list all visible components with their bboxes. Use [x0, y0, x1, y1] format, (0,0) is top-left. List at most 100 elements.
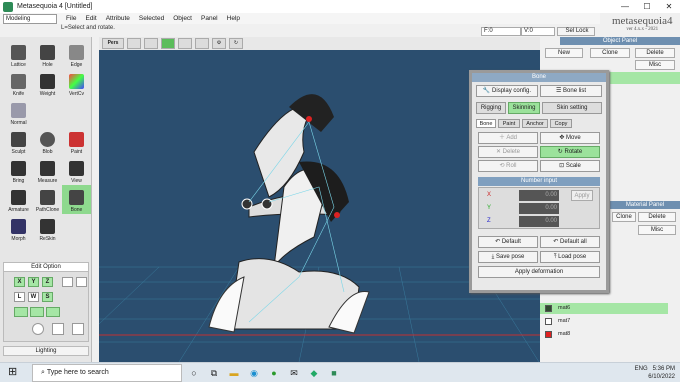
- chrome-icon[interactable]: ●: [266, 365, 282, 381]
- space-world-toggle[interactable]: W: [28, 292, 39, 302]
- lighting-panel-header[interactable]: Lighting: [3, 346, 89, 356]
- material-clone-button[interactable]: Clone: [612, 212, 636, 222]
- grid-icon[interactable]: [52, 323, 64, 335]
- apply-deformation-button[interactable]: Apply deformation: [478, 266, 600, 278]
- menu-file[interactable]: File: [66, 15, 76, 22]
- mirror-icon[interactable]: [72, 323, 84, 335]
- menu-selected[interactable]: Selected: [139, 15, 164, 22]
- display-config-button[interactable]: 🔧 Display config.: [476, 85, 538, 97]
- windows-start-icon[interactable]: ⊞: [8, 365, 17, 378]
- tool-normal[interactable]: Normal: [4, 98, 33, 127]
- rotate-button[interactable]: ↻ Rotate: [540, 146, 600, 158]
- menu-edit[interactable]: Edit: [85, 15, 96, 22]
- space-local-toggle[interactable]: L: [14, 292, 25, 302]
- sel-lock-button[interactable]: Sel Lock: [557, 27, 595, 36]
- material-item[interactable]: mat7: [540, 316, 668, 327]
- delete-bone-button[interactable]: ✕ Delete: [478, 146, 538, 158]
- scale-button[interactable]: ⊡ Scale: [540, 160, 600, 172]
- rigging-tab[interactable]: Rigging: [476, 102, 506, 114]
- bone-list-button[interactable]: ☰ Bone list: [540, 85, 602, 97]
- tool-blob[interactable]: Blob: [33, 127, 62, 156]
- axis-x-toggle[interactable]: X: [14, 277, 25, 287]
- tab-bone[interactable]: Bone: [476, 119, 496, 128]
- menu-object[interactable]: Object: [173, 15, 192, 22]
- close-button[interactable]: ✕: [658, 0, 680, 13]
- store-icon[interactable]: ◆: [306, 365, 322, 381]
- clock-time[interactable]: 5:36 PM: [653, 366, 675, 372]
- tool-pathclone[interactable]: PathClone: [33, 185, 62, 214]
- default-all-button[interactable]: ↶ Default all: [540, 236, 600, 248]
- move-button[interactable]: ✥ Move: [540, 132, 600, 144]
- default-button[interactable]: ↶ Default: [478, 236, 538, 248]
- add-bone-button[interactable]: ＋ Add: [478, 132, 538, 144]
- symmetry-icon[interactable]: [32, 323, 44, 335]
- option-toggle-1[interactable]: [62, 277, 73, 287]
- save-pose-button[interactable]: ⤓ Save pose: [478, 251, 538, 263]
- tool-weight[interactable]: Weight: [33, 69, 62, 98]
- task-view-icon[interactable]: ⧉: [206, 365, 222, 381]
- tab-copy[interactable]: Copy: [550, 119, 572, 128]
- metasequoia-taskbar-icon[interactable]: ■: [326, 365, 342, 381]
- tool-vertcv[interactable]: VertCv: [62, 69, 91, 98]
- view-icon-2[interactable]: [144, 38, 158, 49]
- gear-icon[interactable]: ⚙: [212, 38, 226, 49]
- axis-z-toggle[interactable]: Z: [42, 277, 53, 287]
- file-explorer-icon[interactable]: ▬: [226, 365, 242, 381]
- view-solid-icon[interactable]: [161, 38, 175, 49]
- view-icon-4[interactable]: [195, 38, 209, 49]
- skin-setting-tab[interactable]: Skin setting: [542, 102, 602, 114]
- tool-hole[interactable]: Hole: [33, 40, 62, 69]
- object-misc-button[interactable]: Misc: [635, 60, 675, 70]
- line-toggle[interactable]: [30, 307, 44, 317]
- tool-bone[interactable]: Bone: [62, 185, 91, 214]
- material-delete-button[interactable]: Delete: [638, 212, 676, 222]
- cortana-icon[interactable]: ○: [186, 365, 202, 381]
- snap-toggle[interactable]: [14, 307, 28, 317]
- roll-button[interactable]: ⟲ Roll: [478, 160, 538, 172]
- axis-y-toggle[interactable]: Y: [28, 277, 39, 287]
- tab-anchor[interactable]: Anchor: [522, 119, 548, 128]
- object-delete-button[interactable]: Delete: [635, 48, 675, 58]
- language-indicator[interactable]: ENG: [635, 366, 648, 372]
- apply-button[interactable]: Apply: [571, 190, 593, 201]
- skinning-tab[interactable]: Skinning: [508, 102, 540, 114]
- taskbar-search-box[interactable]: ⌕ Type here to search: [32, 363, 182, 382]
- object-list-selected-row[interactable]: [610, 72, 680, 84]
- mode-dropdown[interactable]: Modeling: [3, 13, 57, 24]
- z-value-input[interactable]: 0.00: [519, 216, 559, 227]
- tool-sculpt[interactable]: Sculpt: [4, 127, 33, 156]
- tool-armature[interactable]: Armature: [4, 185, 33, 214]
- option-toggle-2[interactable]: [76, 277, 87, 287]
- tool-lattice[interactable]: Lattice: [4, 40, 33, 69]
- x-value-input[interactable]: 0.00: [519, 190, 559, 201]
- space-screen-toggle[interactable]: S: [42, 292, 53, 302]
- tool-reskin[interactable]: ReSkin: [33, 214, 62, 243]
- projection-toggle[interactable]: Pers: [102, 38, 124, 49]
- material-item[interactable]: mat6: [540, 303, 668, 314]
- menu-attribute[interactable]: Attribute: [106, 15, 130, 22]
- y-value-input[interactable]: 0.00: [519, 203, 559, 214]
- tool-view[interactable]: View: [62, 156, 91, 185]
- material-item[interactable]: mat8: [540, 329, 668, 340]
- tool-bring[interactable]: Bring: [4, 156, 33, 185]
- view-icon-3[interactable]: [178, 38, 192, 49]
- refresh-icon[interactable]: ↻: [229, 38, 243, 49]
- tool-knife[interactable]: Knife: [4, 69, 33, 98]
- tab-paint[interactable]: Paint: [498, 119, 520, 128]
- object-clone-button[interactable]: Clone: [590, 48, 630, 58]
- clock-date[interactable]: 6/10/2022: [648, 374, 675, 380]
- tool-measure[interactable]: Measure: [33, 156, 62, 185]
- tool-morph[interactable]: Morph: [4, 214, 33, 243]
- material-misc-button[interactable]: Misc: [638, 225, 676, 235]
- mail-icon[interactable]: ✉: [286, 365, 302, 381]
- edge-icon[interactable]: ◉: [246, 365, 262, 381]
- plane-toggle[interactable]: [46, 307, 60, 317]
- load-pose-button[interactable]: ⤒ Load pose: [540, 251, 600, 263]
- menu-panel[interactable]: Panel: [201, 15, 218, 22]
- minimize-button[interactable]: —: [614, 0, 636, 13]
- tool-paint[interactable]: Paint: [62, 127, 91, 156]
- menu-help[interactable]: Help: [227, 15, 240, 22]
- view-icon-1[interactable]: [127, 38, 141, 49]
- object-new-button[interactable]: New: [545, 48, 583, 58]
- maximize-button[interactable]: ☐: [636, 0, 658, 13]
